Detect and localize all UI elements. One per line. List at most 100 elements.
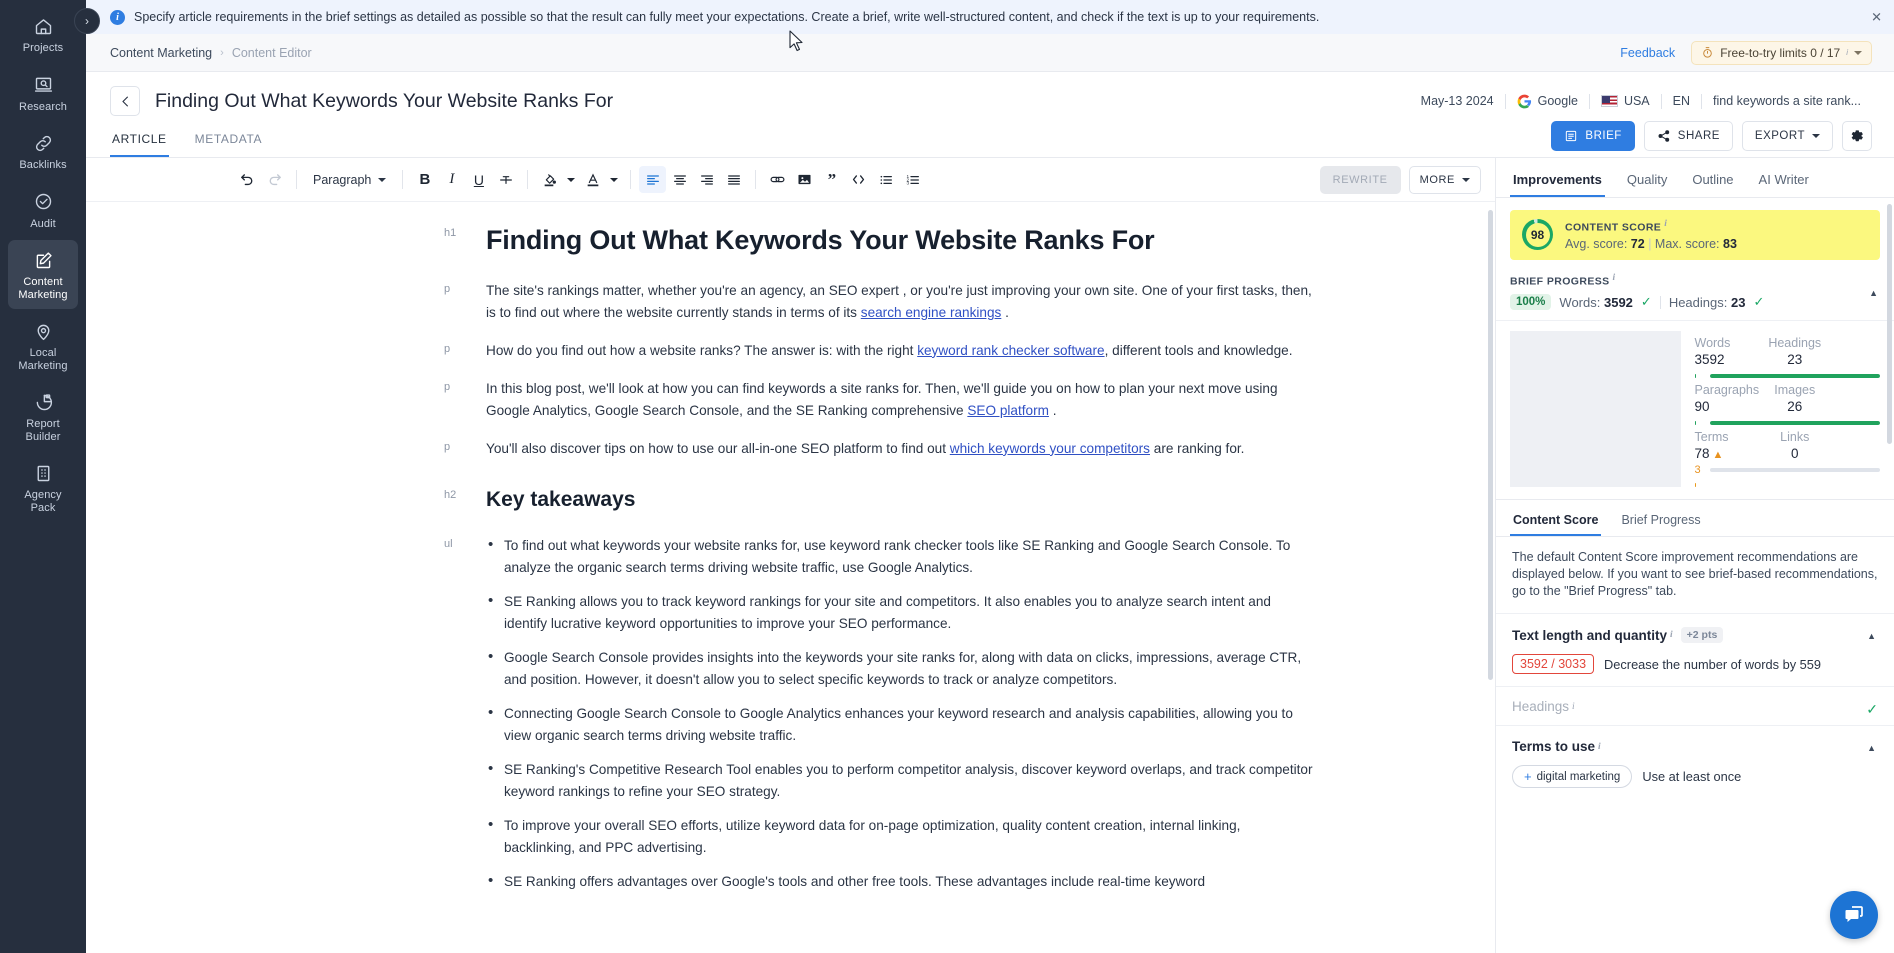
tab-outline[interactable]: Outline (1689, 172, 1736, 197)
rewrite-button[interactable]: REWRITE (1319, 165, 1401, 194)
breadcrumb-root[interactable]: Content Marketing (110, 46, 212, 60)
free-to-try-limits[interactable]: Free-to-try limits 0 / 17 i (1691, 40, 1872, 65)
article-block-paragraph[interactable]: p In this blog post, we'll look at how y… (444, 378, 1315, 422)
metric-bar (1694, 483, 1696, 487)
list-item: SE Ranking offers advantages over Google… (486, 870, 1315, 893)
sidebar-item-audit[interactable]: Audit (8, 182, 78, 239)
sidebar-item-report-builder[interactable]: Report Builder (8, 382, 78, 451)
subtab-content-score[interactable]: Content Score (1510, 513, 1602, 536)
subtab-brief-progress[interactable]: Brief Progress (1618, 513, 1703, 536)
chevron-up-icon[interactable]: ▲ (1867, 743, 1876, 753)
article-block-paragraph[interactable]: p You'll also discover tips on how to us… (444, 438, 1315, 460)
list-item: Google Search Console provides insights … (486, 646, 1315, 691)
inline-link[interactable]: keyword rank checker software (917, 343, 1104, 358)
info-icon[interactable]: i (1670, 630, 1673, 640)
info-icon[interactable]: i (1598, 742, 1601, 752)
quote-icon[interactable]: ” (818, 166, 845, 193)
chevron-up-icon[interactable]: ▲ (1867, 631, 1876, 641)
settings-button[interactable] (1842, 121, 1872, 151)
article-canvas[interactable]: h1 Finding Out What Keywords Your Websit… (86, 202, 1495, 953)
chevron-down-icon[interactable] (1854, 50, 1862, 55)
list-icon (1566, 130, 1577, 142)
sidebar-item-local-marketing[interactable]: Local Marketing (8, 311, 78, 380)
align-center-icon[interactable] (666, 166, 693, 193)
brief-button[interactable]: BRIEF (1551, 121, 1635, 151)
undo-icon[interactable] (234, 166, 261, 193)
document-meta: May-13 2024 Google USA EN find keywords … (1410, 93, 1872, 109)
article-block-list[interactable]: ul To find out what keywords your websit… (444, 534, 1315, 893)
tab-article[interactable]: ARTICLE (110, 132, 169, 157)
meta-country[interactable]: USA (1590, 94, 1661, 108)
sidebar-item-agency-pack[interactable]: Agency Pack (8, 453, 78, 522)
code-icon[interactable] (845, 166, 872, 193)
article-block-h1[interactable]: h1 Finding Out What Keywords Your Websit… (444, 224, 1315, 258)
editor-toolbar-actions: REWRITE MORE (1319, 165, 1481, 194)
term-hint: Use at least once (1642, 769, 1742, 784)
sidebar-item-backlinks[interactable]: Backlinks (8, 123, 78, 180)
align-left-icon[interactable] (639, 166, 667, 193)
inline-link[interactable]: SEO platform (967, 403, 1049, 418)
tab-metadata[interactable]: METADATA (193, 132, 264, 157)
highlight-color-caret[interactable] (563, 166, 579, 193)
image-icon[interactable] (791, 166, 818, 193)
info-icon[interactable]: i (1664, 219, 1667, 229)
block-format-dropdown[interactable]: Paragraph (305, 166, 394, 193)
metric-label: Headings (1768, 336, 1822, 350)
meta-engine[interactable]: Google (1506, 94, 1589, 109)
metrics-grid: Words 3592 Headings 23 Paragraphs 90 Ima… (1496, 320, 1894, 499)
app-root: Projects Research Backlinks Audit Conten… (0, 0, 1894, 953)
sidebar-item-label: Local Marketing (18, 347, 68, 372)
chat-support-button[interactable] (1830, 891, 1878, 939)
tab-ai-writer[interactable]: AI Writer (1756, 172, 1812, 197)
brief-progress-percent: 100% (1510, 294, 1552, 310)
toolbar-divider (296, 170, 297, 189)
strikethrough-icon[interactable] (492, 166, 519, 193)
panel-scrollbar[interactable] (1887, 204, 1892, 444)
metric-label: Links (1780, 430, 1810, 444)
align-right-icon[interactable] (693, 166, 720, 193)
redo-icon[interactable] (261, 166, 288, 193)
limits-info-icon[interactable]: i (1846, 48, 1848, 57)
info-icon[interactable]: i (1572, 702, 1575, 712)
meta-keyword[interactable]: find keywords a site rank... (1702, 94, 1872, 108)
bold-button[interactable]: B (411, 166, 438, 193)
italic-button[interactable]: I (438, 166, 465, 193)
document-actions: BRIEF SHARE EXPORT (1551, 121, 1872, 157)
bullet-list-icon[interactable] (872, 166, 899, 193)
block-marker: p (444, 282, 451, 295)
highlight-color-icon[interactable] (536, 166, 563, 193)
chevron-up-icon[interactable]: ▲ (1869, 288, 1878, 298)
more-button[interactable]: MORE (1408, 165, 1481, 194)
feedback-link[interactable]: Feedback (1620, 46, 1675, 60)
align-justify-icon[interactable] (720, 166, 747, 193)
tab-improvements[interactable]: Improvements (1510, 172, 1605, 197)
link-icon[interactable] (764, 166, 791, 193)
term-chip-digital-marketing[interactable]: + digital marketing (1512, 765, 1633, 788)
usa-flag-icon (1600, 95, 1618, 107)
underline-button[interactable]: U (465, 166, 492, 193)
sidebar-item-research[interactable]: Research (8, 65, 78, 122)
numbered-list-icon[interactable]: 123 (899, 166, 926, 193)
share-button[interactable]: SHARE (1643, 121, 1733, 151)
text-color-icon[interactable] (579, 166, 606, 193)
article-block-paragraph[interactable]: p How do you find out how a website rank… (444, 340, 1315, 362)
inline-link[interactable]: which keywords your competitors (950, 441, 1150, 456)
text-color-caret[interactable] (606, 166, 622, 193)
sidebar-item-projects[interactable]: Projects (8, 6, 78, 63)
link-icon (10, 132, 76, 154)
inline-link[interactable]: search engine rankings (861, 305, 1002, 320)
article-paragraph: In this blog post, we'll look at how you… (486, 380, 1278, 418)
metrics-divider (1510, 331, 1681, 487)
meta-language[interactable]: EN (1662, 94, 1701, 108)
back-button[interactable] (110, 86, 140, 116)
export-button[interactable]: EXPORT (1741, 121, 1833, 151)
article-block-h2[interactable]: h2 Key takeaways (444, 486, 1315, 513)
tab-quality[interactable]: Quality (1624, 172, 1670, 197)
info-icon[interactable]: i (1613, 273, 1616, 283)
article-block-paragraph[interactable]: p The site's rankings matter, whether yo… (444, 280, 1315, 324)
sidebar-item-content-marketing[interactable]: Content Marketing (8, 240, 78, 309)
close-icon[interactable]: ✕ (1871, 11, 1882, 24)
sidebar-expand-toggle[interactable]: › (74, 8, 100, 34)
chevron-down-icon (1812, 134, 1820, 138)
editor-scrollbar[interactable] (1488, 210, 1493, 680)
